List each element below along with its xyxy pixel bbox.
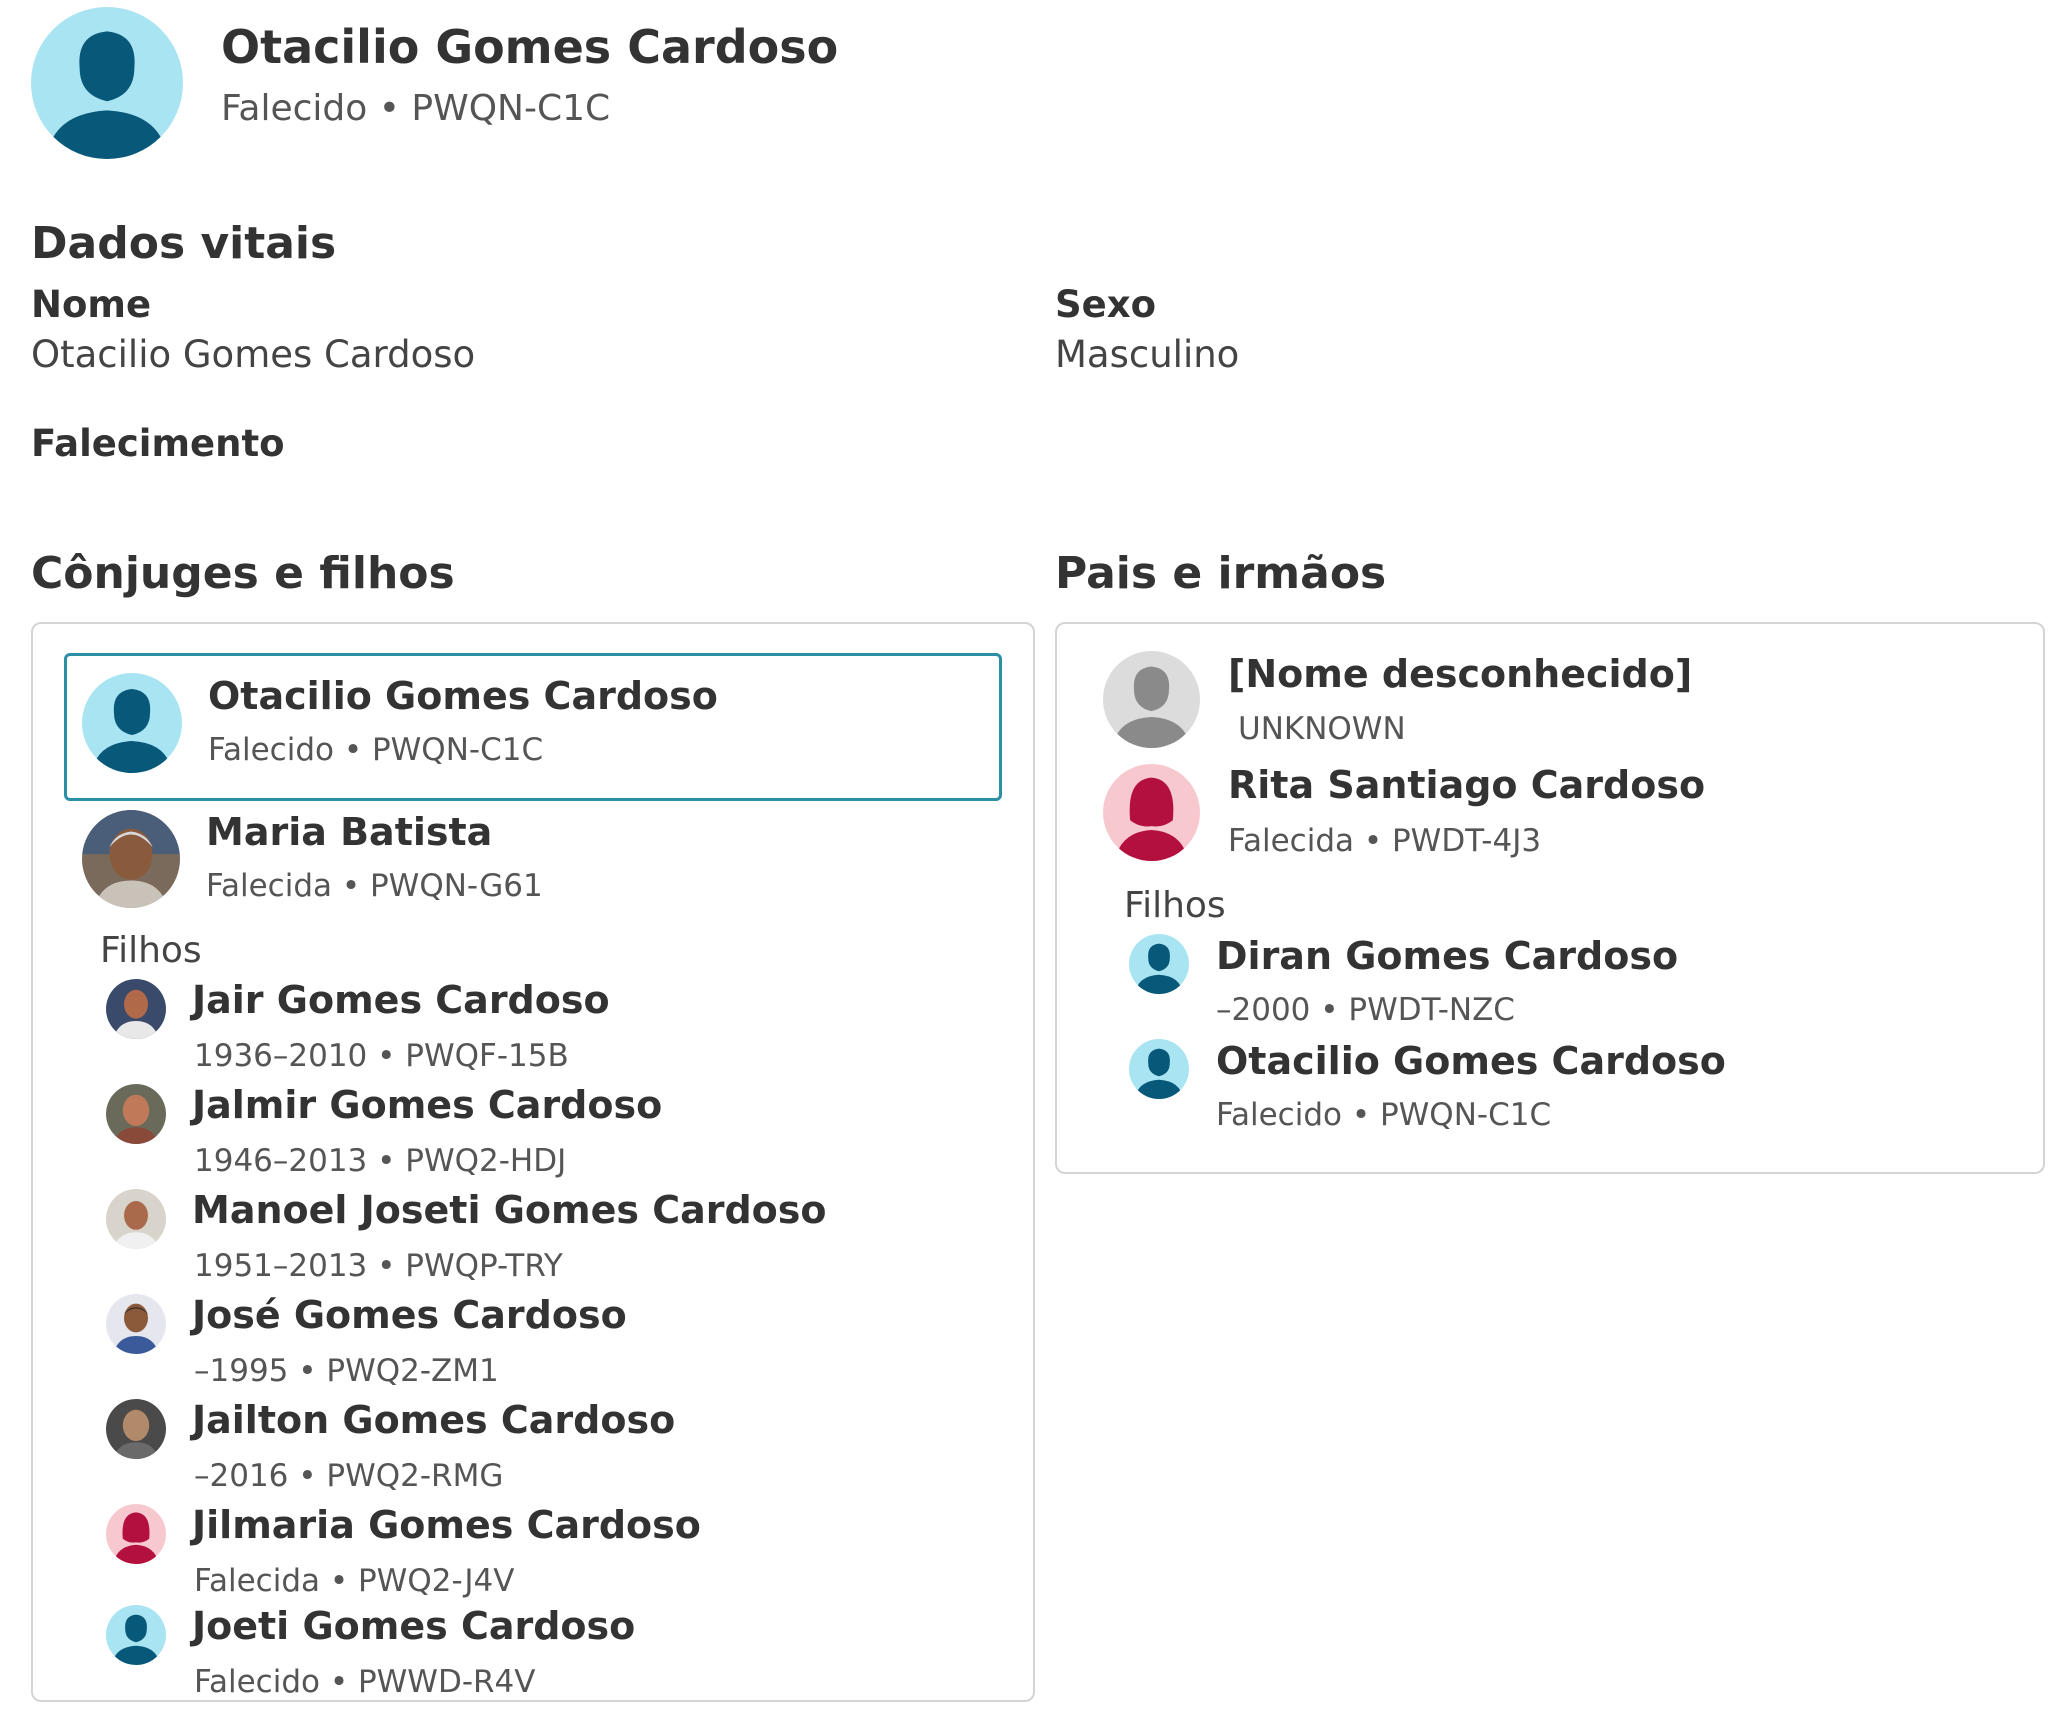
sibling-2-avatar — [1129, 1039, 1189, 1099]
father-sub: UNKNOWN — [1238, 711, 1406, 747]
female-silhouette-icon — [1103, 764, 1200, 861]
spouse-1-sub: Falecido • PWQN-C1C — [208, 732, 544, 768]
child-1-name[interactable]: Jair Gomes Cardoso — [192, 978, 610, 1022]
mother-avatar — [1103, 764, 1200, 861]
child-1-avatar — [106, 979, 166, 1039]
male-silhouette-icon — [31, 7, 183, 159]
spouse-2-avatar — [82, 810, 180, 908]
male-silhouette-icon — [82, 673, 182, 773]
siblings-label: Filhos — [1124, 885, 1226, 926]
female-silhouette-icon — [106, 1504, 166, 1564]
child-2-name[interactable]: Jalmir Gomes Cardoso — [192, 1083, 662, 1127]
photo-avatar — [106, 1084, 166, 1144]
child-5-avatar — [106, 1399, 166, 1459]
child-6-avatar — [106, 1504, 166, 1564]
spouse-2-sub: Falecida • PWQN-G61 — [206, 868, 543, 904]
sibling-1-name[interactable]: Diran Gomes Cardoso — [1216, 934, 1678, 978]
person-avatar — [31, 7, 183, 159]
sex-label: Sexo — [1055, 283, 1157, 326]
child-4-sub: –1995 • PWQ2-ZM1 — [194, 1353, 499, 1389]
photo-avatar — [106, 979, 166, 1039]
unknown-silhouette-icon — [1103, 651, 1200, 748]
name-value: Otacilio Gomes Cardoso — [31, 333, 476, 376]
child-6-sub: Falecida • PWQ2-J4V — [194, 1563, 515, 1599]
child-3-name[interactable]: Manoel Joseti Gomes Cardoso — [192, 1188, 827, 1232]
parents-title: Pais e irmãos — [1055, 548, 1387, 599]
child-6-name[interactable]: Jilmaria Gomes Cardoso — [192, 1503, 701, 1547]
name-label: Nome — [31, 283, 152, 326]
child-7-sub: Falecido • PWWD-R4V — [194, 1664, 536, 1700]
photo-avatar — [82, 810, 180, 908]
spouse-1-name[interactable]: Otacilio Gomes Cardoso — [208, 674, 718, 718]
death-label: Falecimento — [31, 422, 285, 465]
spouse-2-name[interactable]: Maria Batista — [206, 810, 492, 854]
photo-avatar — [106, 1189, 166, 1249]
child-4-name[interactable]: José Gomes Cardoso — [192, 1293, 627, 1337]
mother-sub: Falecida • PWDT-4J3 — [1228, 823, 1542, 859]
vitals-title: Dados vitais — [31, 218, 337, 269]
photo-avatar — [106, 1294, 166, 1354]
male-silhouette-icon — [106, 1605, 166, 1665]
child-1-sub: 1936–2010 • PWQF-15B — [194, 1038, 569, 1074]
child-4-avatar — [106, 1294, 166, 1354]
sibling-2-name[interactable]: Otacilio Gomes Cardoso — [1216, 1039, 1726, 1083]
child-5-sub: –2016 • PWQ2-RMG — [194, 1458, 504, 1494]
sibling-2-sub: Falecido • PWQN-C1C — [1216, 1097, 1552, 1133]
male-silhouette-icon — [1129, 934, 1189, 994]
mother-name[interactable]: Rita Santiago Cardoso — [1228, 763, 1705, 807]
children-label: Filhos — [100, 930, 202, 971]
child-3-avatar — [106, 1189, 166, 1249]
male-silhouette-icon — [1129, 1039, 1189, 1099]
father-name[interactable]: [Nome desconhecido] — [1228, 652, 1692, 696]
child-2-sub: 1946–2013 • PWQ2-HDJ — [194, 1143, 567, 1179]
sex-value: Masculino — [1055, 333, 1240, 376]
child-7-name[interactable]: Joeti Gomes Cardoso — [192, 1604, 635, 1648]
child-3-sub: 1951–2013 • PWQP-TRY — [194, 1248, 563, 1284]
child-7-avatar — [106, 1605, 166, 1665]
child-5-name[interactable]: Jailton Gomes Cardoso — [192, 1398, 675, 1442]
spouses-title: Cônjuges e filhos — [31, 548, 455, 599]
photo-avatar — [106, 1399, 166, 1459]
sibling-1-sub: –2000 • PWDT-NZC — [1216, 992, 1515, 1028]
spouse-1-avatar — [82, 673, 182, 773]
person-subtitle: Falecido • PWQN-C1C — [221, 88, 611, 129]
child-2-avatar — [106, 1084, 166, 1144]
person-name: Otacilio Gomes Cardoso — [221, 20, 839, 74]
father-avatar — [1103, 651, 1200, 748]
sibling-1-avatar — [1129, 934, 1189, 994]
